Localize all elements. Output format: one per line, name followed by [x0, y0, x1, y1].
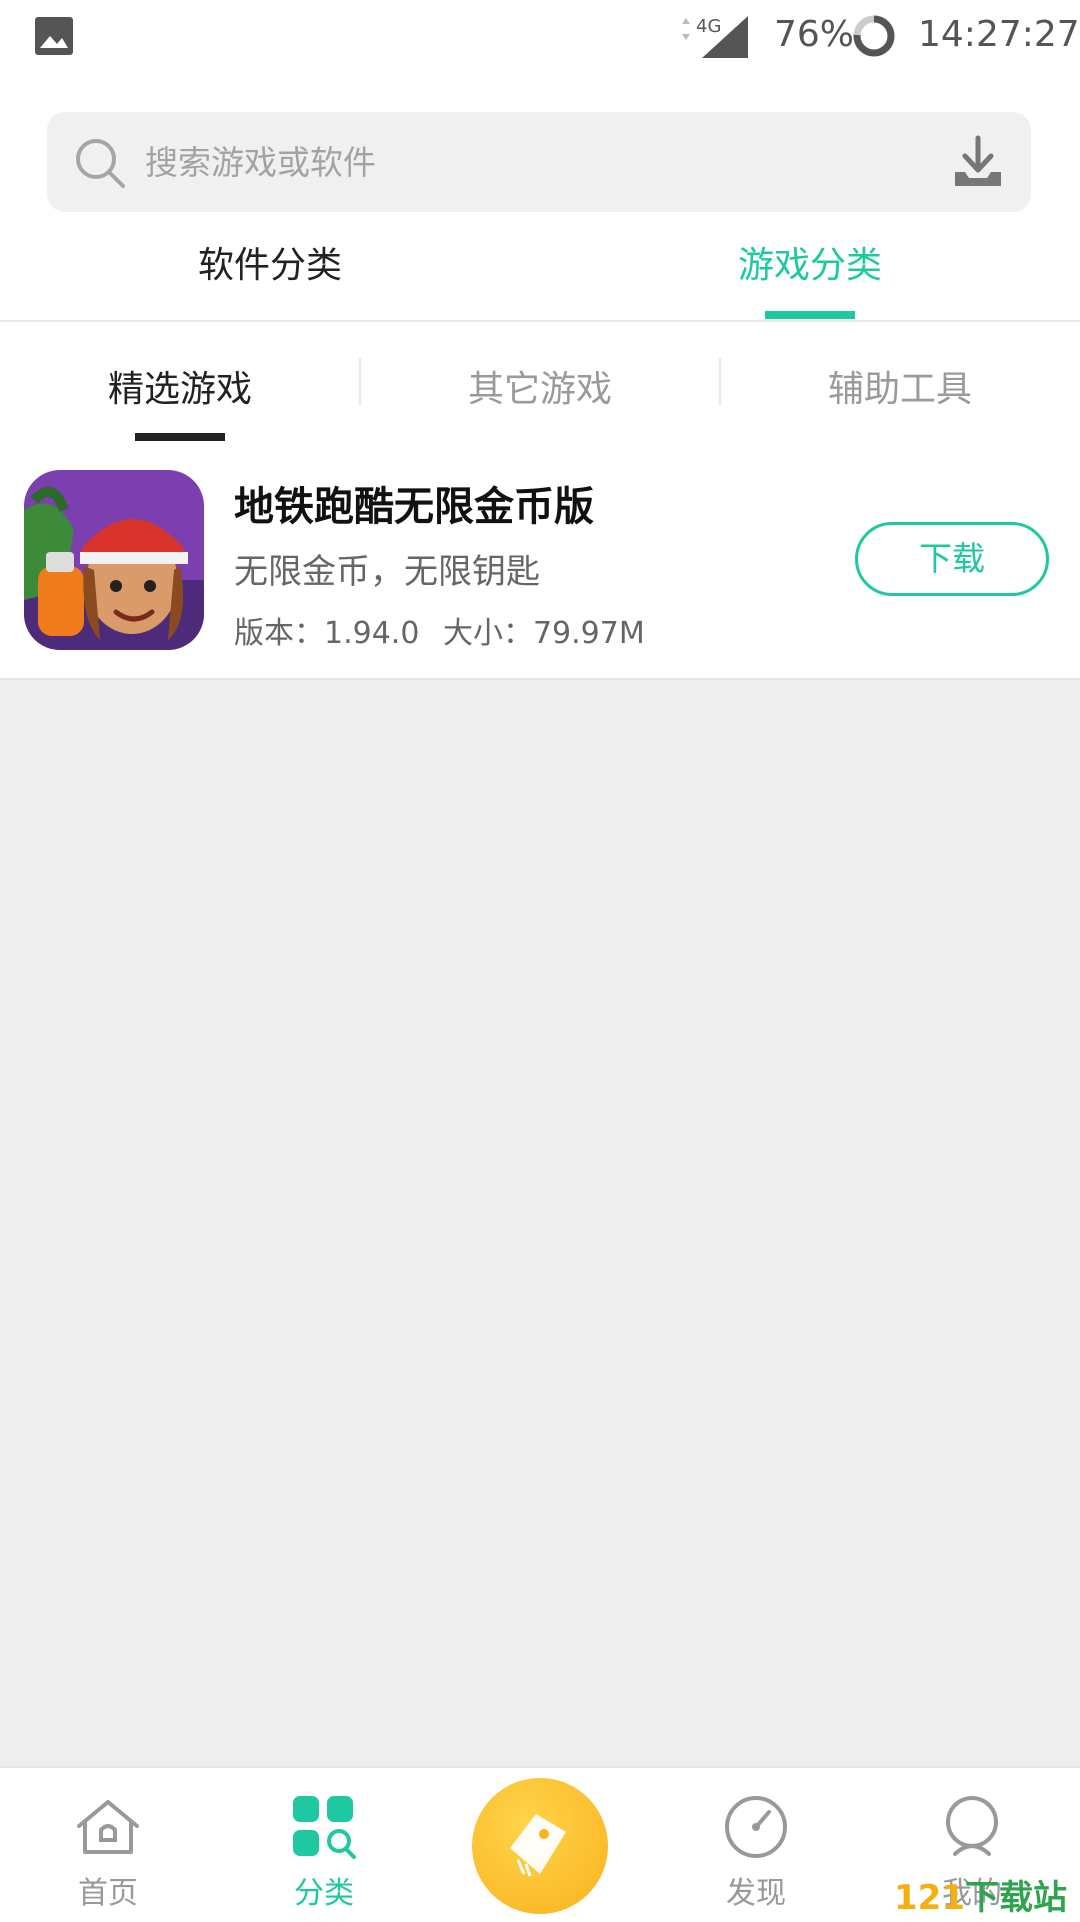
- subtab-other-games[interactable]: 其它游戏: [360, 360, 720, 412]
- status-bar: 4G 76% 14:27:27: [0, 0, 1080, 72]
- compass-icon: [725, 1796, 787, 1858]
- nav-discover[interactable]: 发现: [648, 1768, 864, 1922]
- tab-game-category[interactable]: 游戏分类: [660, 236, 960, 288]
- tab-software-category[interactable]: 软件分类: [120, 236, 420, 288]
- signal-icon: 4G: [682, 16, 748, 58]
- clock: 14:27:27: [918, 14, 1080, 55]
- search-bar[interactable]: 搜索游戏或软件: [47, 112, 1031, 212]
- subtab-tools[interactable]: 辅助工具: [720, 360, 1080, 412]
- sub-tabs: 精选游戏 其它游戏 辅助工具: [0, 340, 1080, 450]
- battery-icon: [853, 15, 895, 57]
- nav-discover-label: 发现: [726, 1876, 786, 1911]
- subway-surfers-icon[interactable]: [24, 470, 204, 650]
- network-type: 4G: [696, 16, 721, 37]
- watermark: 121下载站: [894, 1870, 1067, 1919]
- tag-icon: [510, 1814, 566, 1877]
- app-size: 大小：79.97M: [442, 616, 645, 651]
- app-version: 版本：1.94.0: [234, 616, 420, 651]
- download-button[interactable]: 下载: [855, 522, 1049, 596]
- main-tabs: 软件分类 游戏分类: [0, 228, 1080, 322]
- category-icon: [293, 1796, 356, 1859]
- subtab-featured-games[interactable]: 精选游戏: [0, 360, 360, 412]
- profile-icon: [946, 1796, 998, 1856]
- nav-home[interactable]: 首页: [0, 1768, 216, 1922]
- nav-category-label: 分类: [294, 1876, 354, 1911]
- search-input[interactable]: 搜索游戏或软件: [145, 136, 376, 184]
- app-name[interactable]: 地铁跑酷无限金币版: [234, 474, 594, 532]
- gallery-icon: [35, 17, 73, 55]
- nav-category[interactable]: 分类: [216, 1768, 432, 1922]
- app-description: 无限金币，无限钥匙: [234, 552, 540, 592]
- download-icon[interactable]: [951, 134, 1005, 192]
- list-item[interactable]: 地铁跑酷无限金币版 无限金币，无限钥匙 版本：1.94.0 大小：79.97M …: [0, 462, 1080, 680]
- search-icon: [76, 139, 125, 188]
- app-meta: 版本：1.94.0 大小：79.97M: [234, 608, 645, 652]
- watermark-text: 下载站: [964, 1878, 1067, 1918]
- active-tab-indicator: [765, 311, 855, 319]
- home-icon: [77, 1800, 139, 1854]
- battery-percent: 76%: [774, 14, 855, 55]
- active-subtab-indicator: [135, 433, 225, 441]
- nav-home-label: 首页: [78, 1876, 138, 1911]
- watermark-number: 121: [894, 1878, 965, 1918]
- center-action-button[interactable]: [472, 1778, 608, 1914]
